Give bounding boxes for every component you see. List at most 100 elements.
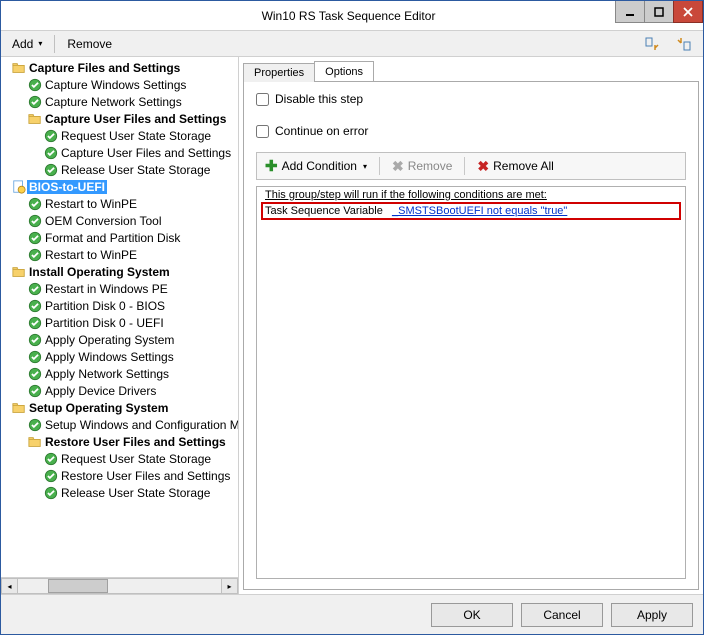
tree-item[interactable]: Partition Disk 0 - UEFI xyxy=(1,314,238,331)
task-sequence-tree[interactable]: Capture Files and Settings Capture Window… xyxy=(1,57,238,577)
apply-button[interactable]: Apply xyxy=(611,603,693,627)
tree-item-label: Partition Disk 0 - UEFI xyxy=(43,316,166,330)
tree-item[interactable]: Request User State Storage xyxy=(1,127,238,144)
remove-label: Remove xyxy=(67,37,112,51)
tree-item[interactable]: OEM Conversion Tool xyxy=(1,212,238,229)
tree-item-label: Install Operating System xyxy=(27,265,172,279)
disable-step-row[interactable]: Disable this step xyxy=(256,92,686,106)
check-icon xyxy=(27,230,43,246)
tree-item[interactable]: Setup Windows and Configuration Manager xyxy=(1,416,238,433)
tree-item-label: Restart to WinPE xyxy=(43,197,139,211)
tree-item[interactable]: Restore User Files and Settings xyxy=(1,433,238,450)
tree-item-label: Apply Device Drivers xyxy=(43,384,158,398)
condition-item[interactable]: Task Sequence Variable _SMSTSBootUEFI no… xyxy=(265,205,677,217)
tree-item[interactable]: Request User State Storage xyxy=(1,450,238,467)
tree-pane: Capture Files and Settings Capture Window… xyxy=(1,57,239,594)
minimize-button[interactable] xyxy=(615,1,645,23)
tree-item[interactable]: Restore User Files and Settings xyxy=(1,467,238,484)
tree-item[interactable]: Partition Disk 0 - BIOS xyxy=(1,297,238,314)
check-icon xyxy=(27,332,43,348)
continue-on-error-label: Continue on error xyxy=(275,124,368,138)
check-icon xyxy=(27,417,43,433)
tree-item-label: Restore User Files and Settings xyxy=(43,435,228,449)
add-condition-label: Add Condition xyxy=(282,159,357,173)
conditions-toolbar: ✚ Add Condition ▾ ✖ Remove ✖ Remove All xyxy=(256,152,686,180)
check-icon xyxy=(43,468,59,484)
window-controls xyxy=(616,1,703,30)
options-panel: Disable this step Continue on error ✚ Ad… xyxy=(243,81,699,590)
check-icon xyxy=(43,162,59,178)
tree-item-label: Request User State Storage xyxy=(59,129,213,143)
tree-item-label: Setup Windows and Configuration Manager xyxy=(43,418,238,432)
remove-all-label: Remove All xyxy=(493,159,554,173)
tree-item-label: Capture User Files and Settings xyxy=(43,112,228,126)
close-button[interactable] xyxy=(673,1,703,23)
check-icon xyxy=(43,128,59,144)
condition-value[interactable]: _SMSTSBootUEFI not equals "true" xyxy=(392,205,567,217)
horizontal-scrollbar[interactable]: ◂ ▸ xyxy=(1,577,238,594)
toolbar: Add ▾ Remove xyxy=(1,31,703,57)
tree-item[interactable]: Capture User Files and Settings xyxy=(1,110,238,127)
conditions-separator xyxy=(379,157,380,175)
maximize-button[interactable] xyxy=(644,1,674,23)
conditions-list[interactable]: This group/step will run if the followin… xyxy=(256,186,686,579)
move-up-button[interactable] xyxy=(637,33,667,55)
continue-on-error-row[interactable]: Continue on error xyxy=(256,124,686,138)
check-icon xyxy=(27,94,43,110)
remove-condition-label: Remove xyxy=(408,159,453,173)
folder-icon xyxy=(27,111,43,127)
tree-item[interactable]: Setup Operating System xyxy=(1,399,238,416)
tree-item-label: Format and Partition Disk xyxy=(43,231,182,245)
tree-item[interactable]: Restart to WinPE xyxy=(1,195,238,212)
disable-step-checkbox[interactable] xyxy=(256,93,269,106)
remove-all-conditions-button[interactable]: ✖ Remove All xyxy=(473,157,557,176)
condition-prefix: Task Sequence Variable xyxy=(265,205,383,217)
x-icon: ✖ xyxy=(392,158,404,175)
tab-strip: Properties Options xyxy=(243,59,699,81)
tree-item[interactable]: Restart to WinPE xyxy=(1,246,238,263)
tree-item[interactable]: Apply Operating System xyxy=(1,331,238,348)
tree-item-label: Release User State Storage xyxy=(59,163,212,177)
tree-item[interactable]: Release User State Storage xyxy=(1,484,238,501)
check-icon xyxy=(27,349,43,365)
add-condition-button[interactable]: ✚ Add Condition ▾ xyxy=(261,156,371,176)
tree-item[interactable]: Restart in Windows PE xyxy=(1,280,238,297)
continue-on-error-checkbox[interactable] xyxy=(256,125,269,138)
folder-icon xyxy=(11,400,27,416)
x-icon: ✖ xyxy=(477,158,489,175)
tree-item[interactable]: BIOS-to-UEFI xyxy=(1,178,238,195)
dropdown-arrow-icon: ▾ xyxy=(38,39,42,48)
dialog-footer: OK Cancel Apply xyxy=(1,594,703,634)
tree-item[interactable]: Install Operating System xyxy=(1,263,238,280)
tree-item-label: Setup Operating System xyxy=(27,401,170,415)
tree-item-label: Capture Windows Settings xyxy=(43,78,188,92)
tree-item[interactable]: Format and Partition Disk xyxy=(1,229,238,246)
tree-item[interactable]: Apply Device Drivers xyxy=(1,382,238,399)
scroll-left-arrow[interactable]: ◂ xyxy=(1,578,18,594)
tree-item-label: Restore User Files and Settings xyxy=(59,469,232,483)
tree-item[interactable]: Capture Windows Settings xyxy=(1,76,238,93)
toolbar-separator xyxy=(54,35,55,53)
scrollbar-track[interactable] xyxy=(18,578,221,594)
check-icon xyxy=(27,298,43,314)
tab-options[interactable]: Options xyxy=(314,61,374,81)
tree-item[interactable]: Release User State Storage xyxy=(1,161,238,178)
move-down-button[interactable] xyxy=(669,33,699,55)
conditions-separator xyxy=(464,157,465,175)
tree-item[interactable]: Capture User Files and Settings xyxy=(1,144,238,161)
tree-item[interactable]: Capture Files and Settings xyxy=(1,59,238,76)
remove-button[interactable]: Remove xyxy=(60,34,119,54)
tree-item-label: Apply Network Settings xyxy=(43,367,171,381)
tab-properties[interactable]: Properties xyxy=(243,63,315,82)
cancel-button[interactable]: Cancel xyxy=(521,603,603,627)
scroll-right-arrow[interactable]: ▸ xyxy=(221,578,238,594)
add-button[interactable]: Add ▾ xyxy=(5,34,49,54)
tree-item[interactable]: Capture Network Settings xyxy=(1,93,238,110)
tree-item-label: Restart in Windows PE xyxy=(43,282,170,296)
ok-button[interactable]: OK xyxy=(431,603,513,627)
tree-item[interactable]: Apply Network Settings xyxy=(1,365,238,382)
tree-item[interactable]: Apply Windows Settings xyxy=(1,348,238,365)
check-icon xyxy=(27,196,43,212)
scrollbar-thumb[interactable] xyxy=(48,579,108,593)
remove-condition-button[interactable]: ✖ Remove xyxy=(388,157,456,176)
